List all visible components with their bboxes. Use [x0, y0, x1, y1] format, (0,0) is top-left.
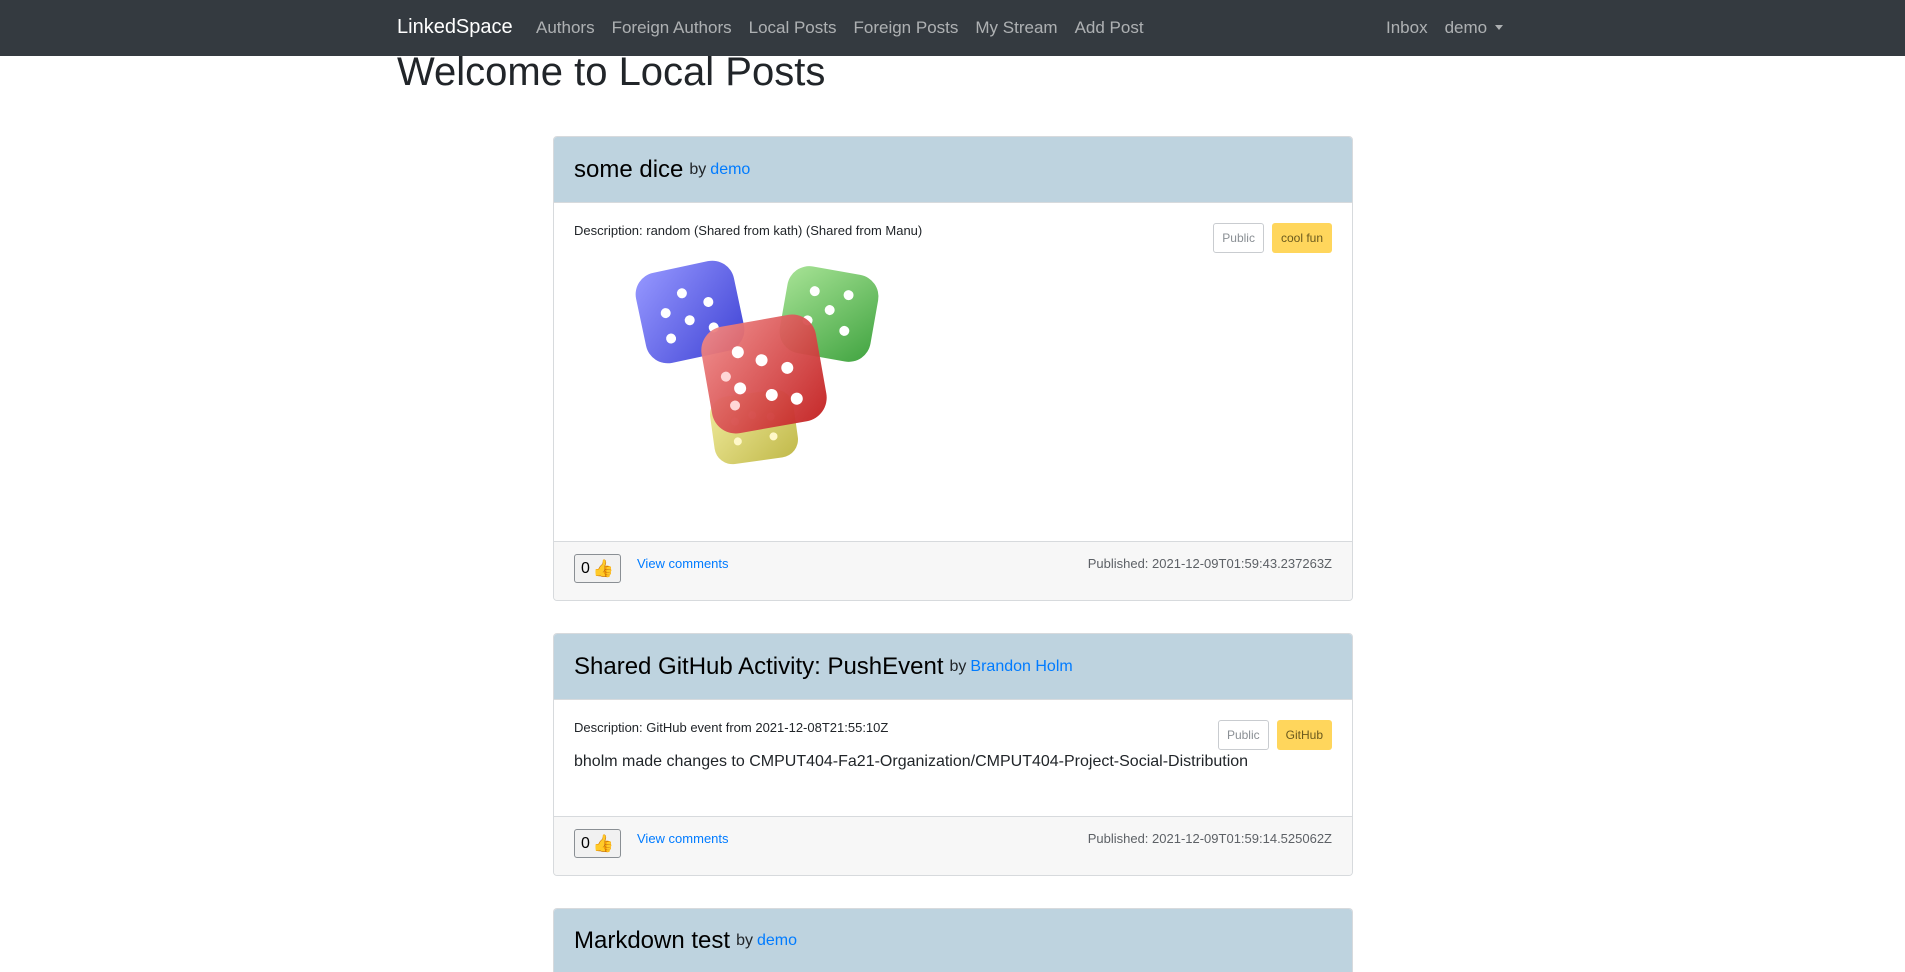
post-header: Shared GitHub Activity: PushEvent by Bra…: [554, 634, 1352, 700]
post-title: some dice: [574, 155, 684, 183]
post-title: Markdown test: [574, 927, 731, 954]
brand-logo[interactable]: LinkedSpace: [397, 16, 513, 39]
visibility-badge: Public: [1213, 223, 1264, 253]
nav-right: Inbox demo: [1386, 18, 1504, 38]
like-count: 0: [580, 559, 590, 577]
published-timestamp: Published: 2021-12-09T01:59:43.237263Z: [1087, 556, 1332, 571]
view-comments-link[interactable]: View comments: [637, 831, 729, 846]
like-button[interactable]: 0 👍: [574, 829, 621, 858]
page-title: Welcome to Local Posts: [397, 50, 826, 94]
post-image: [634, 252, 894, 482]
nav-my-stream[interactable]: My Stream: [975, 18, 1057, 38]
user-menu-toggle[interactable]: demo: [1445, 18, 1504, 38]
nav-add-post[interactable]: Add Post: [1075, 18, 1144, 38]
nav-local-posts[interactable]: Local Posts: [749, 18, 837, 38]
post-author-link[interactable]: demo: [710, 161, 750, 179]
post-footer: 0 👍 View comments Published: 2021-12-09T…: [554, 541, 1352, 600]
post-by-label: by: [949, 657, 967, 675]
view-comments-link[interactable]: View comments: [637, 556, 729, 571]
post-card: Shared GitHub Activity: PushEvent by Bra…: [553, 633, 1353, 876]
post-body: Description: GitHub event from 2021-12-0…: [554, 700, 1352, 816]
post-header: Markdown test by demo: [554, 909, 1352, 972]
nav-authors[interactable]: Authors: [536, 18, 595, 38]
tag-badge: cool fun: [1271, 223, 1332, 253]
post-card: Markdown test by demo: [553, 908, 1353, 972]
post-author-link[interactable]: demo: [757, 932, 797, 950]
post-card: some dice by demo Description: random (S…: [553, 136, 1353, 601]
tag-badge: GitHub: [1276, 720, 1332, 750]
top-navbar: LinkedSpace Authors Foreign Authors Loca…: [0, 0, 1905, 56]
visibility-badge: Public: [1217, 720, 1269, 750]
post-badges: Public GitHub: [1217, 720, 1332, 750]
nav-foreign-authors[interactable]: Foreign Authors: [612, 18, 732, 38]
post-body: Description: random (Shared from kath) (…: [554, 203, 1352, 541]
post-content: bholm made changes to CMPUT404-Fa21-Orga…: [574, 753, 1249, 770]
nav-foreign-posts[interactable]: Foreign Posts: [854, 18, 959, 38]
like-count: 0: [580, 834, 590, 852]
post-by-label: by: [689, 160, 707, 178]
thumbs-up-icon: 👍: [592, 559, 615, 578]
published-timestamp: Published: 2021-12-09T01:59:14.525062Z: [1087, 831, 1332, 846]
post-header: some dice by demo: [554, 137, 1352, 203]
nav-inbox[interactable]: Inbox: [1386, 18, 1428, 38]
caret-down-icon: [1495, 25, 1504, 30]
thumbs-up-icon: 👍: [592, 834, 615, 853]
dice-image: [635, 260, 879, 465]
post-footer: 0 👍 View comments Published: 2021-12-09T…: [554, 816, 1352, 875]
like-button[interactable]: 0 👍: [574, 554, 621, 583]
post-by-label: by: [736, 932, 753, 949]
post-title: Shared GitHub Activity: PushEvent: [574, 652, 944, 680]
nav-links: Authors Foreign Authors Local Posts Fore…: [536, 18, 1144, 38]
user-name: demo: [1444, 18, 1488, 37]
post-author-link[interactable]: Brandon Holm: [970, 658, 1072, 676]
post-badges: Public cool fun: [1213, 223, 1332, 253]
